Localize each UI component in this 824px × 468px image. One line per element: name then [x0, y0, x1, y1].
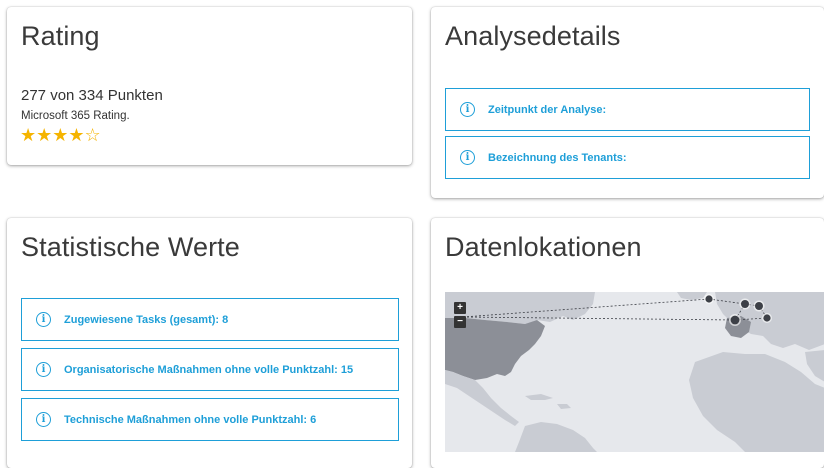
rating-score: 277 von 334 Punkten — [21, 87, 163, 104]
analysis-info-tenant: i Bezeichnung des Tenants: — [445, 136, 810, 179]
data-location-map[interactable]: + − — [445, 292, 824, 452]
analysis-info-timestamp: i Zeitpunkt der Analyse: — [445, 88, 810, 131]
info-label: Zeitpunkt der Analyse: — [488, 103, 607, 116]
star-rating: ★★★★☆ — [20, 125, 101, 146]
info-circle-icon: i — [36, 362, 51, 377]
stats-card: Statistische Werte i Zugewiesene Tasks (… — [7, 218, 412, 468]
rating-title: Rating — [21, 21, 100, 51]
locations-card: Datenlokationen + − — [431, 218, 824, 468]
location-marker[interactable] — [762, 313, 772, 323]
info-circle-icon: i — [460, 150, 475, 165]
info-label: Zugewiesene Tasks (gesamt): 8 — [64, 313, 229, 326]
world-map — [445, 292, 824, 452]
location-marker[interactable] — [729, 314, 741, 326]
analysis-title: Analysedetails — [445, 21, 621, 51]
analysis-card: Analysedetails i Zeitpunkt der Analyse: … — [431, 7, 824, 198]
info-label: Organisatorische Maßnahmen ohne volle Pu… — [64, 363, 354, 376]
info-circle-icon: i — [36, 312, 51, 327]
location-marker[interactable] — [704, 294, 714, 304]
info-label: Bezeichnung des Tenants: — [488, 151, 627, 164]
stats-info-tasks: i Zugewiesene Tasks (gesamt): 8 — [21, 298, 399, 341]
zoom-in-button[interactable]: + — [454, 302, 466, 314]
rating-card: Rating 277 von 334 Punkten Microsoft 365… — [7, 7, 412, 165]
stats-info-technical: i Technische Maßnahmen ohne volle Punktz… — [21, 398, 399, 441]
zoom-out-button[interactable]: − — [454, 316, 466, 328]
info-circle-icon: i — [36, 412, 51, 427]
info-label: Technische Maßnahmen ohne volle Punktzah… — [64, 413, 317, 426]
info-circle-icon: i — [460, 102, 475, 117]
stats-title: Statistische Werte — [21, 232, 240, 262]
location-marker[interactable] — [753, 300, 765, 312]
stats-info-organisational: i Organisatorische Maßnahmen ohne volle … — [21, 348, 399, 391]
rating-subtitle: Microsoft 365 Rating. — [21, 110, 130, 122]
locations-title: Datenlokationen — [445, 232, 642, 262]
location-marker[interactable] — [739, 298, 751, 310]
